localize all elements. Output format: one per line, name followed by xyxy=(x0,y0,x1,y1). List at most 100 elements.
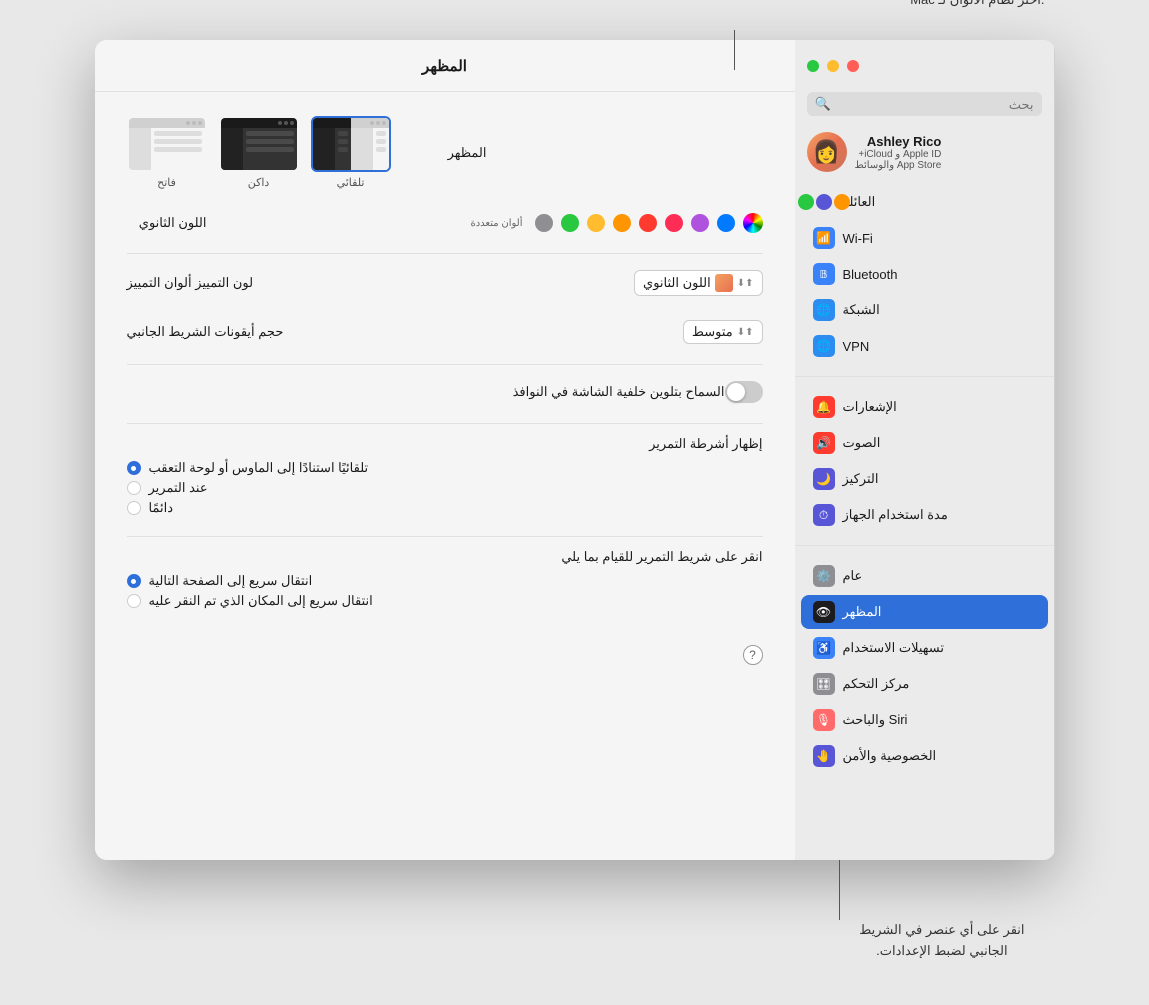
appearance-icon: 👁 xyxy=(813,601,835,623)
wallpaper-toggle[interactable] xyxy=(725,381,763,403)
sidebar-item-accessibility[interactable]: تسهيلات الاستخدام ♿ xyxy=(801,631,1048,665)
top-annotation: .اختر نظام الألوان لـ Mac xyxy=(910,0,1044,8)
divider-1 xyxy=(127,253,763,254)
light-thumbnail[interactable] xyxy=(127,116,207,172)
sidebar-item-wifi[interactable]: Wi-Fi 📶 xyxy=(801,221,1048,255)
sidebar-item-vpn[interactable]: VPN 🌐 xyxy=(801,329,1048,363)
divider-4 xyxy=(127,536,763,537)
sidebar-item-focus[interactable]: التركيز 🌙 xyxy=(801,462,1048,496)
sidebar-item-label: VPN xyxy=(843,339,870,354)
sidebar-item-label: مركز التحكم xyxy=(843,676,910,692)
radio-label: انتقال سريع إلى الصفحة التالية xyxy=(149,573,313,589)
swatch-orange[interactable] xyxy=(613,214,631,232)
search-bar[interactable]: 🔍 xyxy=(807,92,1042,116)
sidebar-item-notifications[interactable]: الإشعارات 🔔 xyxy=(801,390,1048,424)
sidebar-item-sound[interactable]: الصوت 🔊 xyxy=(801,426,1048,460)
siri-icon: 🎙 xyxy=(813,709,835,731)
auto-thumbnail[interactable] xyxy=(311,116,391,172)
sidebar-item-label: التركيز xyxy=(843,471,879,487)
sidebar-item-label: Wi-Fi xyxy=(843,231,873,246)
close-button[interactable] xyxy=(847,60,859,72)
radio-button[interactable] xyxy=(127,481,141,495)
sidebar-item-label: عام xyxy=(843,568,863,584)
vpn-icon: 🌐 xyxy=(813,335,835,357)
swatch-pink[interactable] xyxy=(665,214,683,232)
wallpaper-label: السماح بتلوين خلفية الشاشة في النوافذ xyxy=(127,384,725,400)
search-input[interactable] xyxy=(837,97,1034,112)
notifications-icon: 🔔 xyxy=(813,396,835,418)
sidebar-item-privacy[interactable]: الخصوصية والأمن 🤚 xyxy=(801,739,1048,773)
minimize-button[interactable] xyxy=(827,60,839,72)
swatch-blue[interactable] xyxy=(717,214,735,232)
main-content: المظهر المظهر xyxy=(95,40,795,860)
swatch-yellow[interactable] xyxy=(587,214,605,232)
sidebar-item-control[interactable]: مركز التحكم 🎛 xyxy=(801,667,1048,701)
screentime-icon: ⏱ xyxy=(813,504,835,526)
radio-label: دائمًا xyxy=(149,500,174,516)
radio-click-location[interactable]: انتقال سريع إلى المكان الذي تم النقر علي… xyxy=(127,593,763,609)
swatch-green[interactable] xyxy=(561,214,579,232)
click-scrollbar-section: انقر على شريط التمرير للقيام بما يلي انت… xyxy=(127,549,763,609)
main-titlebar: المظهر xyxy=(95,40,795,92)
radio-always[interactable]: دائمًا xyxy=(127,500,763,516)
swatch-purple[interactable] xyxy=(691,214,709,232)
swatch-red[interactable] xyxy=(639,214,657,232)
divider-3 xyxy=(127,423,763,424)
sidebar-titlebar xyxy=(795,40,1054,92)
accent-color-row: ألوان متعددة اللون الثانوي xyxy=(127,209,763,237)
appearance-light[interactable]: فاتح xyxy=(127,116,207,189)
accessibility-icon: ♿ xyxy=(813,637,835,659)
sidebar-item-network[interactable]: الشبكة 🌐 xyxy=(801,293,1048,327)
user-info: Ashley Rico Apple ID و iCloud+ App Store… xyxy=(855,134,942,171)
swatch-multicolor[interactable] xyxy=(743,213,763,233)
sidebar-item-label: الخصوصية والأمن xyxy=(843,748,937,764)
sidebar-item-bluetooth[interactable]: Bluetooth 𝔹 xyxy=(801,257,1048,291)
sound-icon: 🔊 xyxy=(813,432,835,454)
swatch-graphite[interactable] xyxy=(535,214,553,232)
divider-2 xyxy=(127,364,763,365)
scrollbar-section: إظهار أشرطة التمرير تلقائيًا استنادًا إل… xyxy=(127,436,763,516)
chevron-icon: ⬆⬇ xyxy=(737,278,754,289)
user-profile[interactable]: Ashley Rico Apple ID و iCloud+ App Store… xyxy=(795,124,1054,180)
radio-button[interactable] xyxy=(127,461,141,475)
sidebar-item-label: Bluetooth xyxy=(843,267,898,282)
content-area: المظهر xyxy=(95,92,795,860)
radio-button[interactable] xyxy=(127,574,141,588)
sidebar-item-label: المظهر xyxy=(843,604,882,620)
radio-label: انتقال سريع إلى المكان الذي تم النقر علي… xyxy=(149,593,373,609)
wallpaper-tinting-row: السماح بتلوين خلفية الشاشة في النوافذ xyxy=(127,377,763,407)
radio-button[interactable] xyxy=(127,501,141,515)
radio-label: عند التمرير xyxy=(149,480,208,496)
radio-scrolling[interactable]: عند التمرير xyxy=(127,480,763,496)
sidebar-item-screentime[interactable]: مدة استخدام الجهاز ⏱ xyxy=(801,498,1048,532)
radio-label: تلقائيًا استنادًا إلى الماوس أو لوحة الت… xyxy=(149,460,369,476)
user-sub1: Apple ID و iCloud+ xyxy=(855,149,942,160)
dark-thumbnail[interactable] xyxy=(219,116,299,172)
sidebar: 🔍 Ashley Rico Apple ID و iCloud+ App Sto… xyxy=(795,40,1055,860)
sidebar-item-label: مدة استخدام الجهاز xyxy=(843,507,948,523)
chevron-icon: ⬆⬇ xyxy=(737,327,754,338)
wifi-icon: 📶 xyxy=(813,227,835,249)
network-icon: 🌐 xyxy=(813,299,835,321)
highlight-select[interactable]: ⬆⬇ اللون الثانوي xyxy=(634,270,762,296)
scrollbar-title: إظهار أشرطة التمرير xyxy=(127,436,763,452)
sidebar-item-appearance[interactable]: المظهر 👁 xyxy=(801,595,1048,629)
color-preview xyxy=(715,274,733,292)
appearance-auto[interactable]: تلقائي xyxy=(311,116,391,189)
radio-button[interactable] xyxy=(127,594,141,608)
sidebar-item-siri[interactable]: Siri والباحث 🎙 xyxy=(801,703,1048,737)
maximize-button[interactable] xyxy=(807,60,819,72)
sidebar-item-label: الإشعارات xyxy=(843,399,897,415)
appearance-options: تلقائي xyxy=(127,116,391,189)
auto-label: تلقائي xyxy=(337,176,365,189)
help-button[interactable]: ? xyxy=(743,645,763,665)
appearance-dark[interactable]: داكن xyxy=(219,116,299,189)
radio-next-page[interactable]: انتقال سريع إلى الصفحة التالية xyxy=(127,573,763,589)
icon-size-select[interactable]: ⬆⬇ متوسط xyxy=(683,320,763,344)
color-swatches: ألوان متعددة xyxy=(470,213,762,233)
radio-auto[interactable]: تلقائيًا استنادًا إلى الماوس أو لوحة الت… xyxy=(127,460,763,476)
sidebar-icon-size-label: حجم أيقونات الشريط الجانبي xyxy=(127,324,284,340)
sidebar-item-general[interactable]: عام ⚙️ xyxy=(801,559,1048,593)
sidebar-item-family[interactable]: العائلة xyxy=(801,185,1048,219)
click-scrollbar-title: انقر على شريط التمرير للقيام بما يلي xyxy=(127,549,763,565)
